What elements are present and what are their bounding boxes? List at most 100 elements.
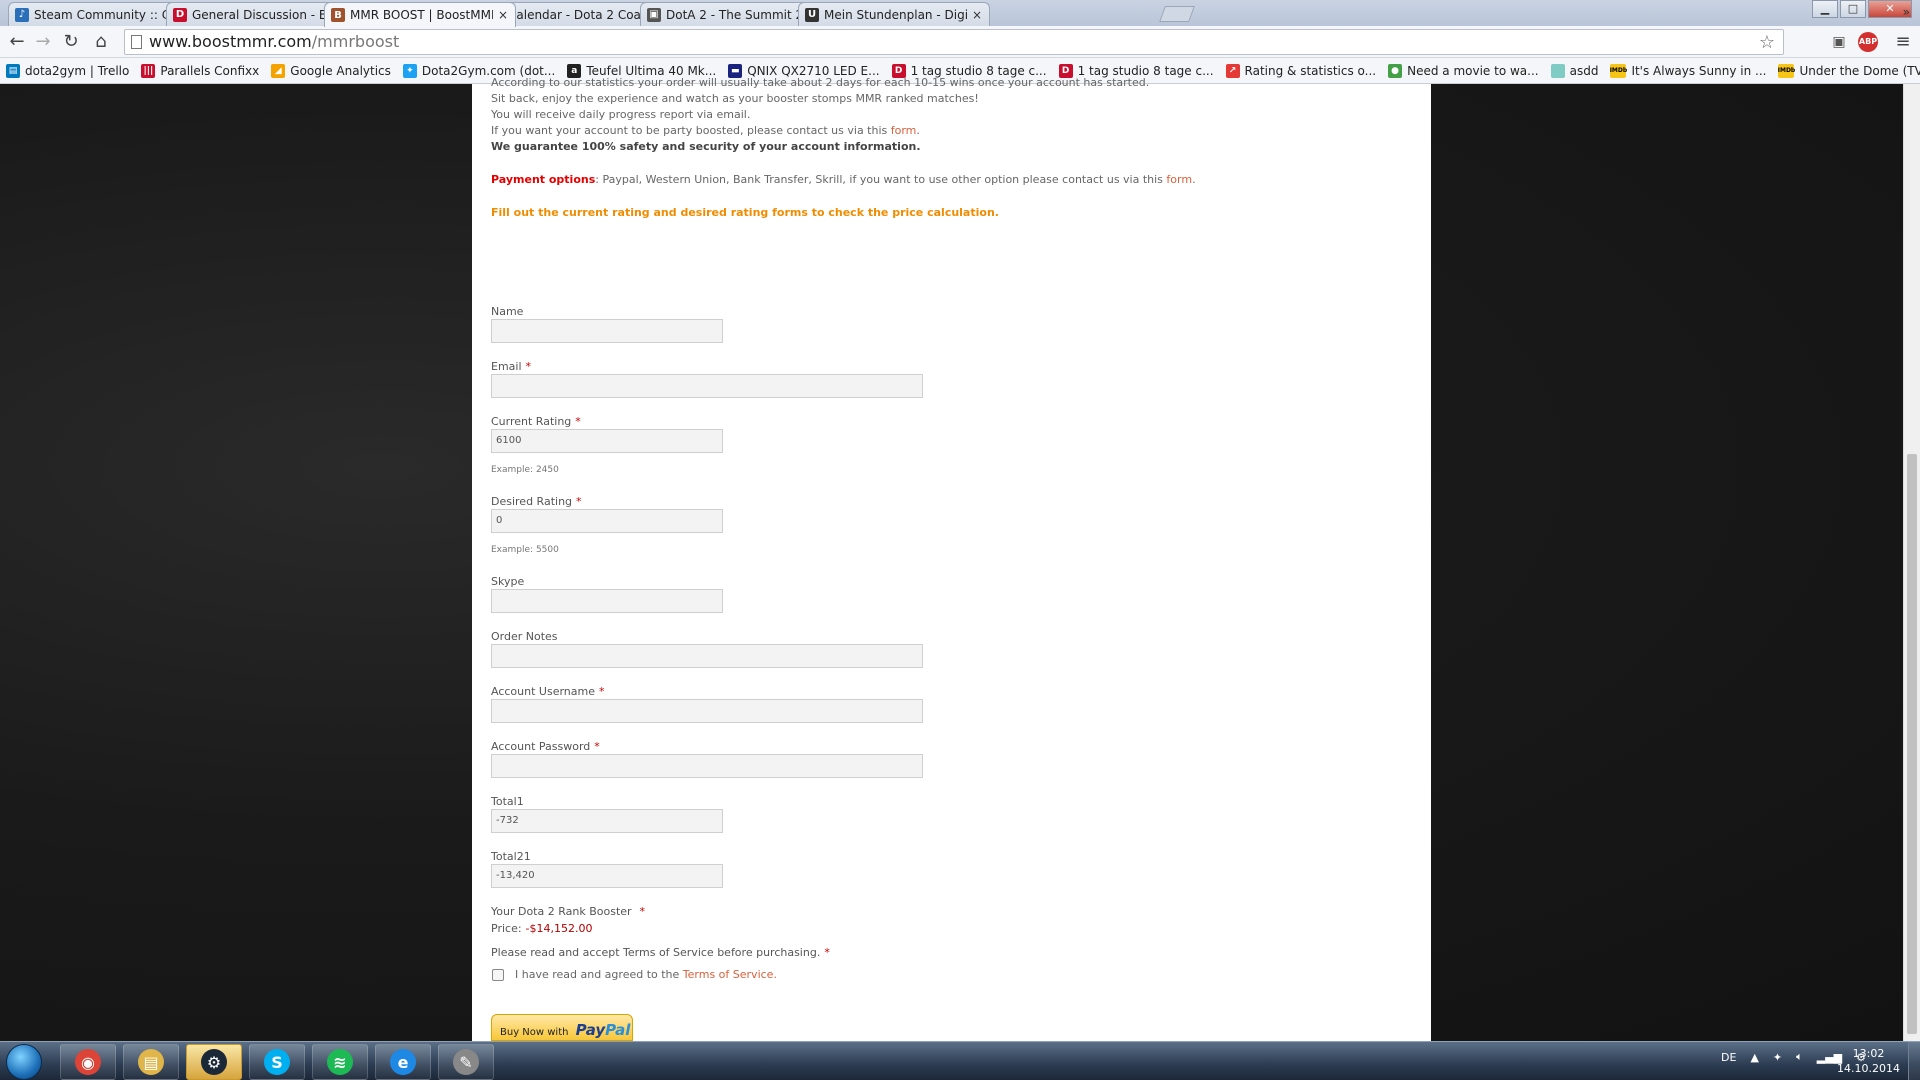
clock-date: 14.10.2014 bbox=[1837, 1062, 1900, 1075]
camera-extension-icon[interactable]: ▣ bbox=[1828, 31, 1850, 53]
bookmark-favicon-icon bbox=[1550, 63, 1565, 78]
una-icon: U bbox=[805, 7, 819, 22]
order-notes-label: Order Notes bbox=[491, 630, 558, 643]
dropbox-icon[interactable]: ✦ bbox=[1773, 1051, 1782, 1064]
taskbar-steam-button[interactable]: ⚙ bbox=[186, 1044, 242, 1080]
required-mark: * bbox=[594, 740, 600, 753]
order-notes-field[interactable] bbox=[491, 644, 923, 668]
payment-options-label: Payment options bbox=[491, 173, 596, 186]
start-button[interactable] bbox=[6, 1044, 42, 1080]
bookmarks-more-button[interactable]: » bbox=[1903, 5, 1910, 19]
forward-button[interactable]: → bbox=[32, 31, 54, 53]
tab-6[interactable]: U Mein Stundenplan - Digica × bbox=[798, 2, 990, 26]
scrollbar[interactable] bbox=[1903, 84, 1920, 1041]
bookmark-item[interactable]: ● Need a movie to wa... bbox=[1388, 63, 1539, 78]
guarantee-text: We guarantee 100% safety and security of… bbox=[491, 140, 921, 153]
tray-expand-icon[interactable]: ▲ bbox=[1750, 1051, 1758, 1064]
bookmark-item[interactable]: ◢ Google Analytics bbox=[271, 63, 391, 78]
tab-close-icon[interactable]: × bbox=[971, 8, 983, 22]
taskbar-explorer-button[interactable]: ▤ bbox=[123, 1044, 179, 1080]
skype-label: Skype bbox=[491, 575, 525, 588]
tos-agree-prefix: I have read and agreed to the bbox=[515, 968, 683, 981]
bookmark-item[interactable]: IMDb Under the Dome (TV... bbox=[1778, 63, 1920, 78]
app-icon: ✎ bbox=[453, 1049, 479, 1075]
reload-button[interactable]: ↻ bbox=[60, 31, 82, 53]
skype-field[interactable] bbox=[491, 589, 723, 613]
current-rating-label: Current Rating * bbox=[491, 415, 581, 428]
bookmark-item[interactable]: asdd bbox=[1550, 63, 1599, 78]
scrollbar-thumb[interactable] bbox=[1907, 454, 1917, 1034]
bookmark-favicon-icon: ↗ bbox=[1225, 63, 1240, 78]
taskbar-app-button[interactable]: ✎ bbox=[438, 1044, 494, 1080]
steam-icon: ♪ bbox=[15, 7, 29, 22]
tos-link[interactable]: Terms of Service. bbox=[683, 968, 777, 981]
taskbar-spotify-button[interactable]: ≋ bbox=[312, 1044, 368, 1080]
windows-taskbar: ◉ ▤ ⚙ S ≋ e ✎ DE ▲ ✦ 🔈︎ ▂▄▆ ⚙ 13:02 14.10.2014 bbox=[0, 1041, 1920, 1080]
tab-close-icon[interactable]: × bbox=[497, 8, 509, 22]
explorer-icon: ▤ bbox=[138, 1049, 164, 1075]
bookmark-label: Google Analytics bbox=[290, 63, 391, 78]
bookmark-favicon-icon: IMDb bbox=[1778, 63, 1795, 78]
volume-icon[interactable]: 🔈︎ bbox=[1796, 1050, 1803, 1064]
browser-chrome: ♪ Steam Community :: Chat × D General Discus… bbox=[0, 0, 1920, 84]
desired-rating-label-text: Desired Rating bbox=[491, 495, 573, 508]
menu-icon[interactable]: ≡ bbox=[1892, 31, 1914, 53]
current-rating-field[interactable]: 6100 bbox=[491, 429, 723, 453]
bookmark-favicon-icon: ||| bbox=[141, 63, 156, 78]
email-field[interactable] bbox=[491, 374, 923, 398]
taskbar-skype-button[interactable]: S bbox=[249, 1044, 305, 1080]
total21-field[interactable]: -13,420 bbox=[491, 864, 723, 888]
bookmark-label: asdd bbox=[1569, 63, 1599, 78]
taskbar-internet-explorer-button[interactable]: e bbox=[375, 1044, 431, 1080]
language-indicator[interactable]: DE bbox=[1721, 1051, 1736, 1064]
new-tab-button[interactable] bbox=[1159, 6, 1195, 22]
back-button[interactable]: ← bbox=[6, 31, 28, 53]
bookmark-star-icon[interactable]: ☆ bbox=[1759, 31, 1775, 55]
address-bar[interactable]: www.boostmmr.com/mmrboost ☆ bbox=[124, 29, 1784, 55]
instruction-text: Fill out the current rating and desired … bbox=[491, 206, 999, 219]
bookmark-favicon-icon: IMDb bbox=[1610, 63, 1627, 78]
intro-line-2: Sit back, enjoy the experience and watch… bbox=[491, 92, 979, 105]
b-logo-icon: B bbox=[331, 8, 345, 22]
home-button[interactable]: ⌂ bbox=[90, 31, 112, 53]
email-label-text: Email bbox=[491, 360, 522, 373]
show-desktop-button[interactable] bbox=[1908, 1042, 1920, 1080]
minimize-button[interactable]: ▁ bbox=[1812, 0, 1838, 18]
desired-rating-field[interactable]: 0 bbox=[491, 509, 723, 533]
browser-toolbar: ← → ↻ ⌂ www.boostmmr.com/mmrboost ☆ ▣ AB… bbox=[0, 26, 1920, 58]
party-boost-suffix: . bbox=[916, 124, 920, 137]
bookmark-item[interactable]: ↗ Rating & statistics o... bbox=[1225, 63, 1376, 78]
bookmark-label: dota2gym | Trello bbox=[25, 63, 130, 78]
tab-title: Steam Community :: Chat bbox=[34, 7, 177, 22]
bookmark-item[interactable]: ▤ dota2gym | Trello bbox=[6, 63, 130, 78]
bookmark-item[interactable]: IMDb It's Always Sunny in ... bbox=[1610, 63, 1766, 78]
party-form-link[interactable]: form bbox=[891, 124, 917, 137]
tab-3[interactable]: B MMR BOOST | BoostMMR × bbox=[324, 2, 516, 27]
name-label: Name bbox=[491, 305, 524, 318]
page-icon bbox=[131, 35, 142, 49]
payment-form-link[interactable]: form bbox=[1166, 173, 1192, 186]
bookmark-favicon-icon: ✦ bbox=[402, 63, 417, 78]
account-username-field[interactable] bbox=[491, 699, 923, 723]
bookmark-label: Need a movie to wa... bbox=[1407, 63, 1539, 78]
current-rating-hint: Example: 2450 bbox=[491, 465, 559, 475]
clock-time: 13:02 bbox=[1852, 1047, 1885, 1060]
bookmark-label: Under the Dome (TV... bbox=[1799, 63, 1920, 78]
intro-line-1: According to our statistics your order w… bbox=[491, 76, 1150, 89]
tos-checkbox[interactable] bbox=[492, 969, 504, 981]
account-password-field[interactable] bbox=[491, 754, 923, 778]
required-mark: * bbox=[824, 946, 830, 959]
spotify-icon: ≋ bbox=[327, 1049, 353, 1075]
taskbar-chrome-button[interactable]: ◉ bbox=[60, 1044, 116, 1080]
name-field[interactable] bbox=[491, 319, 723, 343]
bookmark-item[interactable]: ||| Parallels Confixx bbox=[141, 63, 259, 78]
payment-options-suffix: . bbox=[1192, 173, 1196, 186]
maximize-button[interactable]: □ bbox=[1840, 0, 1866, 18]
bookmark-favicon-icon: ● bbox=[1388, 63, 1403, 78]
total21-label: Total21 bbox=[491, 850, 531, 863]
total1-field[interactable]: -732 bbox=[491, 809, 723, 833]
paypal-buy-button[interactable]: Buy Now with PayPal bbox=[491, 1014, 633, 1041]
clock[interactable]: 13:02 14.10.2014 bbox=[1837, 1046, 1900, 1076]
tab-title: General Discussion - Boos bbox=[192, 7, 335, 22]
adblock-icon[interactable]: ABP bbox=[1858, 32, 1878, 52]
